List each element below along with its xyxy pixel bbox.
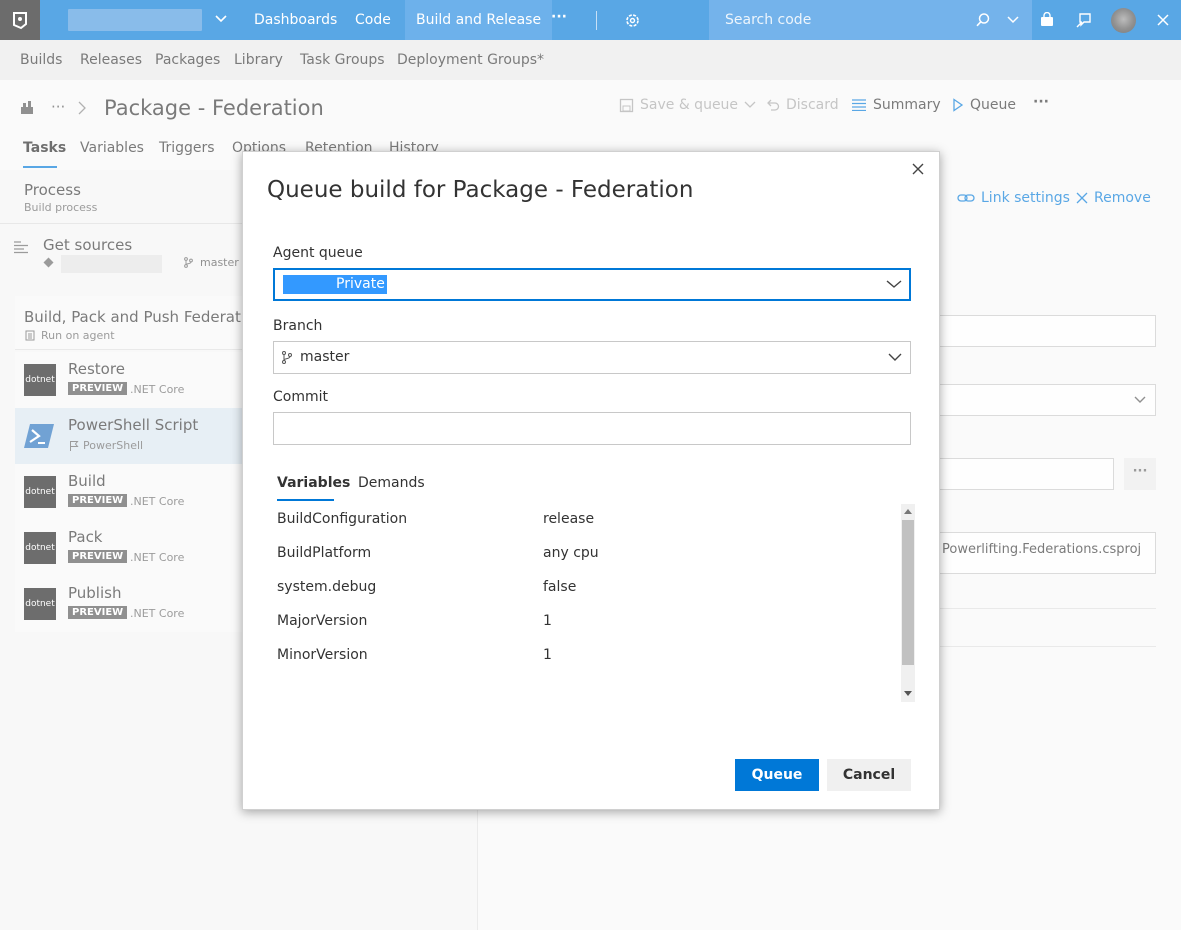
variables-scrollbar[interactable] [901, 504, 915, 702]
scroll-down-icon[interactable] [904, 691, 912, 697]
tab-active-indicator [277, 499, 334, 501]
agent-queue-value: Private [283, 275, 387, 294]
chevron-down-icon [888, 353, 902, 361]
variable-value[interactable]: 1 [543, 647, 552, 663]
chevron-down-icon [886, 280, 902, 288]
scrollbar-thumb[interactable] [902, 520, 914, 665]
agent-queue-label: Agent queue [273, 245, 363, 261]
tab-variables[interactable]: Variables [277, 475, 350, 491]
variable-row: BuildPlatform any cpu [277, 545, 897, 579]
variable-name: BuildConfiguration [277, 511, 408, 527]
variable-name: MajorVersion [277, 613, 368, 629]
queue-submit-button[interactable]: Queue [735, 759, 819, 791]
variable-name: system.debug [277, 579, 377, 595]
agent-queue-select[interactable]: Private [273, 268, 911, 301]
cancel-button[interactable]: Cancel [827, 759, 911, 791]
variable-row: MajorVersion 1 [277, 613, 897, 647]
scroll-up-icon[interactable] [904, 508, 912, 514]
variable-name: MinorVersion [277, 647, 368, 663]
tab-demands[interactable]: Demands [358, 475, 425, 491]
commit-input[interactable] [273, 412, 911, 445]
variable-row: MinorVersion 1 [277, 647, 897, 681]
branch-icon [282, 351, 292, 364]
branch-label: Branch [273, 318, 323, 334]
variable-value[interactable]: release [543, 511, 594, 527]
variable-value[interactable]: any cpu [543, 545, 599, 561]
variable-value[interactable]: 1 [543, 613, 552, 629]
variable-name: BuildPlatform [277, 545, 372, 561]
dialog-close-icon[interactable] [909, 160, 927, 178]
dialog-title: Queue build for Package - Federation [267, 177, 694, 203]
variable-value[interactable]: false [543, 579, 576, 595]
variable-row: system.debug false [277, 579, 897, 613]
branch-value: master [300, 349, 350, 365]
variable-row: BuildConfiguration release [277, 511, 897, 545]
branch-select[interactable]: master [273, 341, 911, 374]
commit-label: Commit [273, 389, 328, 405]
queue-build-dialog: Queue build for Package - Federation Age… [242, 151, 940, 810]
